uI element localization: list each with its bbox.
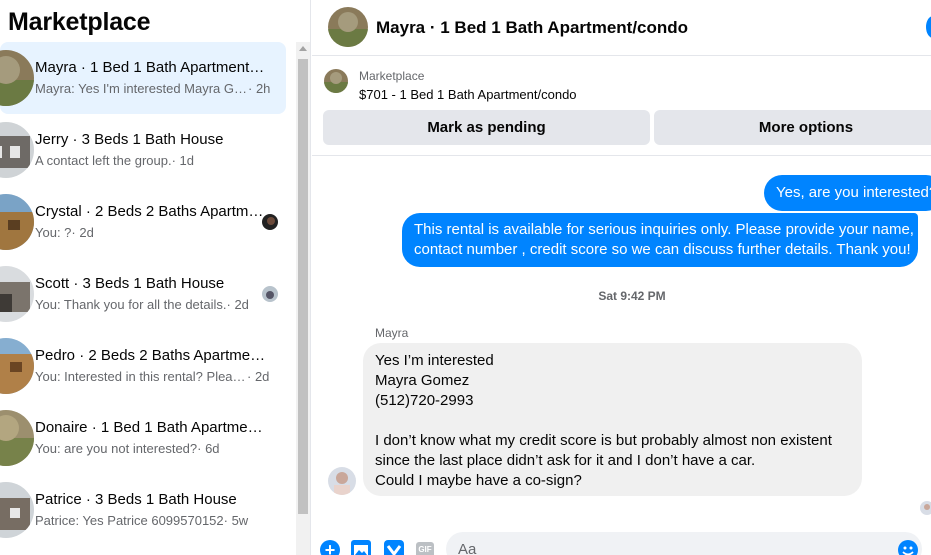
info-icon[interactable] [926,16,931,38]
conversation-name: Jerry · 3 Beds 1 Bath House [35,131,224,148]
conversation-item-patrice[interactable]: Patrice · 3 Beds 1 Bath House Patrice: Y… [0,474,286,546]
seen-avatar [262,286,278,302]
conversation-item-scott[interactable]: Scott · 3 Beds 1 Bath House You: Thank y… [0,258,286,330]
mark-as-pending-button[interactable]: Mark as pending [323,110,650,145]
avatar [0,266,34,322]
conversation-snippet: Patrice: Yes Patrice 6099570152 · 5w [35,513,249,528]
conversation-item-jerry[interactable]: Jerry · 3 Beds 1 Bath House A contact le… [0,114,286,186]
chat-title[interactable]: Mayra · 1 Bed 1 Bath Apartment/condo [376,18,688,38]
scrollbar-thumb[interactable] [298,59,308,514]
marketplace-listing-banner: Marketplace $701 - 1 Bed 1 Bath Apartmen… [312,56,931,156]
scroll-up-arrow-icon[interactable] [299,46,307,51]
outgoing-message[interactable]: This rental is available for serious inq… [402,213,918,267]
sticker-icon[interactable] [384,540,404,555]
sidebar-scrollbar[interactable] [296,42,310,555]
conversation-name: Scott · 3 Beds 1 Bath House [35,275,225,292]
more-options-button[interactable]: More options [654,110,931,145]
plus-icon[interactable]: + [320,540,340,555]
sidebar-title: Marketplace [8,8,151,36]
chat-avatar[interactable] [328,7,368,47]
incoming-message[interactable]: Yes I’m interested Mayra Gomez (512)720-… [363,343,862,496]
photo-icon[interactable] [351,540,371,555]
outgoing-message[interactable]: Yes, are you interested? [764,175,931,211]
avatar [0,410,34,466]
conversation-name: Crystal · 2 Beds 2 Baths Apartment/condo [35,203,267,220]
sender-name: Mayra [375,326,409,340]
chat-pane: Mayra · 1 Bed 1 Bath Apartment/condo Mar… [312,0,931,555]
listing-thumbnail[interactable] [324,69,348,93]
conversation-item-pedro[interactable]: Pedro · 2 Beds 2 Baths Apartment/condo Y… [0,330,286,402]
conversation-snippet: Mayra: Yes I'm interested Mayra Gomez (5… [35,81,271,96]
read-receipt-avatar [920,501,931,515]
sender-avatar[interactable] [328,467,356,495]
conversation-snippet: You: Thank you for all the details. · 2d [35,297,249,312]
conversation-snippet: You: Interested in this rental? Please p… [35,369,270,384]
conversation-name: Donaire · 1 Bed 1 Bath Apartment/condo [35,419,267,436]
avatar [0,122,34,178]
avatar [0,194,34,250]
conversation-item-donaire[interactable]: Donaire · 1 Bed 1 Bath Apartment/condo Y… [0,402,286,474]
gif-icon[interactable]: GIF [416,542,434,555]
chat-header: Mayra · 1 Bed 1 Bath Apartment/condo [312,0,931,56]
messenger-app: Marketplace Mayra · 1 Bed 1 Bath Apartme… [0,0,931,555]
conversation-snippet: You: ? · 2d [35,225,94,240]
conversation-item-mayra[interactable]: Mayra · 1 Bed 1 Bath Apartment/condo May… [0,42,286,114]
message-composer: + GIF [312,528,931,555]
conversation-name: Pedro · 2 Beds 2 Baths Apartment/condo [35,347,267,364]
message-input[interactable] [446,532,922,555]
avatar [0,50,34,106]
conversation-snippet: A contact left the group. · 1d [35,153,194,168]
conversation-name: Patrice · 3 Beds 1 Bath House [35,491,237,508]
conversation-name: Mayra · 1 Bed 1 Bath Apartment/condo [35,59,267,76]
conversation-sidebar: Marketplace Mayra · 1 Bed 1 Bath Apartme… [0,0,311,555]
avatar [0,482,34,538]
conversation-item-crystal[interactable]: Crystal · 2 Beds 2 Baths Apartment/condo… [0,186,286,258]
conversation-snippet: You: are you not interested? · 6d [35,441,220,456]
marketplace-label: Marketplace [359,69,425,83]
emoji-icon[interactable] [898,540,918,555]
message-timestamp: Sat 9:42 PM [598,289,666,303]
listing-title[interactable]: $701 - 1 Bed 1 Bath Apartment/condo [359,87,577,102]
avatar [0,338,34,394]
seen-avatar [262,214,278,230]
